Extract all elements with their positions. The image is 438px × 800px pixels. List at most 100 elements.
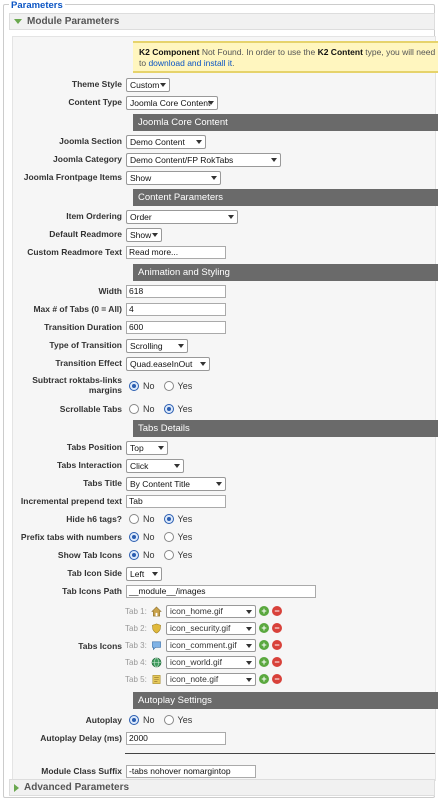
autoplay-row: Autoplay No Yes bbox=[13, 712, 437, 729]
radio-button-icon bbox=[163, 404, 174, 414]
subtract-margins-radio: No Yes bbox=[129, 381, 201, 391]
radio-yes[interactable]: Yes bbox=[163, 381, 192, 391]
incremental-prepend-input[interactable]: Tab bbox=[126, 495, 226, 508]
add-icon[interactable]: + bbox=[259, 623, 269, 633]
content-type-row: Content Type Joomla Core Content bbox=[13, 94, 437, 111]
radio-yes[interactable]: Yes bbox=[163, 550, 192, 560]
default-readmore-select[interactable]: Show bbox=[126, 228, 162, 242]
section-content-params: Content Parameters bbox=[133, 189, 438, 206]
tabs-interaction-row: Tabs Interaction Click bbox=[13, 457, 437, 474]
advanced-parameters-header[interactable]: Advanced Parameters bbox=[9, 779, 435, 796]
chevron-down-icon bbox=[216, 482, 222, 486]
show-tab-icons-label: Show Tab Icons bbox=[57, 550, 122, 560]
joomla-category-label: Joomla Category bbox=[53, 154, 122, 164]
note-icon bbox=[152, 674, 161, 684]
remove-icon[interactable]: − bbox=[272, 606, 282, 616]
chevron-down-icon bbox=[160, 83, 166, 87]
comment-icon bbox=[152, 641, 161, 650]
module-class-suffix-input[interactable]: -tabs nohover nomargintop bbox=[126, 765, 256, 778]
joomla-section-label: Joomla Section bbox=[59, 136, 122, 146]
tab-icon-select-3[interactable]: icon_comment.gif bbox=[166, 638, 256, 652]
tab-icons-label: Tabs Icons bbox=[78, 641, 122, 651]
download-link[interactable]: download and install it bbox=[148, 58, 232, 68]
parameters-legend: Parameters bbox=[9, 0, 65, 11]
radio-yes[interactable]: Yes bbox=[163, 404, 192, 414]
hide-h6-row: Hide h6 tags? No Yes bbox=[13, 511, 437, 528]
remove-icon[interactable]: − bbox=[272, 657, 282, 667]
module-parameters-title: Module Parameters bbox=[27, 16, 120, 27]
chevron-down-icon bbox=[271, 158, 277, 162]
autoplay-label: Autoplay bbox=[85, 715, 122, 725]
autoplay-delay-label: Autoplay Delay (ms) bbox=[40, 733, 122, 743]
tab-icon-select-5[interactable]: icon_note.gif bbox=[166, 672, 256, 686]
remove-icon[interactable]: − bbox=[272, 623, 282, 633]
add-icon[interactable]: + bbox=[259, 640, 269, 650]
transition-type-select[interactable]: Scrolling bbox=[126, 339, 188, 353]
add-icon[interactable]: + bbox=[259, 674, 269, 684]
tab-icon-select-2[interactable]: icon_security.gif bbox=[166, 621, 256, 635]
module-class-suffix-row: Module Class Suffix -tabs nohover nomarg… bbox=[13, 763, 437, 780]
frontpage-items-select[interactable]: Show bbox=[126, 171, 221, 185]
scrollable-tabs-radio: No Yes bbox=[129, 404, 201, 414]
tab-icons-path-input[interactable]: __module__/images bbox=[126, 585, 316, 598]
radio-button-icon bbox=[129, 715, 139, 725]
custom-readmore-row: Custom Readmore Text Read more... bbox=[13, 244, 437, 261]
hide-h6-label: Hide h6 tags? bbox=[66, 514, 122, 524]
radio-no[interactable]: No bbox=[129, 532, 155, 542]
add-icon[interactable]: + bbox=[259, 606, 269, 616]
chevron-down-icon bbox=[246, 677, 252, 682]
scrollable-tabs-label: Scrollable Tabs bbox=[59, 404, 122, 414]
radio-no[interactable]: No bbox=[129, 381, 155, 391]
expand-arrow-icon bbox=[14, 19, 22, 24]
parameters-fieldset: Parameters Module Parameters K2 Componen… bbox=[3, 0, 438, 798]
add-icon[interactable]: + bbox=[259, 657, 269, 667]
chevron-down-icon bbox=[246, 609, 252, 614]
prefix-numbers-row: Prefix tabs with numbers No Yes bbox=[13, 529, 437, 546]
custom-readmore-input[interactable]: Read more... bbox=[126, 246, 226, 259]
width-input[interactable]: 618 bbox=[126, 285, 226, 298]
width-label: Width bbox=[98, 286, 122, 296]
radio-yes[interactable]: Yes bbox=[163, 715, 192, 725]
tabs-position-select[interactable]: Top bbox=[126, 441, 168, 455]
radio-yes[interactable]: Yes bbox=[163, 532, 192, 542]
joomla-section-select[interactable]: Demo Content bbox=[126, 135, 206, 149]
custom-readmore-label: Custom Readmore Text bbox=[27, 247, 122, 257]
theme-style-select[interactable]: Custom bbox=[126, 78, 170, 92]
radio-no[interactable]: No bbox=[129, 715, 155, 725]
module-parameters-header[interactable]: Module Parameters bbox=[9, 13, 435, 30]
radio-button-icon bbox=[129, 404, 139, 414]
k2-notice: K2 Component Not Found. In order to use … bbox=[133, 41, 438, 73]
tab-icon-select-1[interactable]: icon_home.gif bbox=[166, 604, 256, 618]
joomla-category-row: Joomla Category Demo Content/FP RokTabs bbox=[13, 151, 437, 168]
radio-no[interactable]: No bbox=[129, 404, 155, 414]
radio-no[interactable]: No bbox=[129, 514, 155, 524]
content-type-label: Content Type bbox=[68, 97, 122, 107]
chevron-down-icon bbox=[152, 572, 158, 576]
tab-icon-row-1: Tab 1: icon_home.gif + − bbox=[125, 603, 425, 619]
globe-icon bbox=[151, 657, 162, 667]
max-tabs-input[interactable]: 4 bbox=[126, 303, 226, 316]
content-type-select[interactable]: Joomla Core Content bbox=[126, 96, 218, 110]
radio-no[interactable]: No bbox=[129, 550, 155, 560]
radio-button-icon bbox=[129, 514, 139, 524]
chevron-down-icon bbox=[246, 626, 252, 631]
radio-button-icon bbox=[129, 532, 139, 542]
section-animation: Animation and Styling bbox=[133, 264, 438, 281]
incremental-prepend-row: Incremental prepend text Tab bbox=[13, 493, 437, 510]
remove-icon[interactable]: − bbox=[272, 640, 282, 650]
tabs-interaction-select[interactable]: Click bbox=[126, 459, 184, 473]
joomla-category-select[interactable]: Demo Content/FP RokTabs bbox=[126, 153, 281, 167]
shield-icon bbox=[152, 623, 161, 633]
chevron-down-icon bbox=[246, 660, 252, 665]
module-class-suffix-label: Module Class Suffix bbox=[41, 766, 122, 776]
remove-icon[interactable]: − bbox=[272, 674, 282, 684]
tabs-title-select[interactable]: By Content Title bbox=[126, 477, 226, 491]
tab-icon-select-4[interactable]: icon_world.gif bbox=[166, 655, 256, 669]
transition-effect-select[interactable]: Quad.easeInOut bbox=[126, 357, 210, 371]
transition-duration-input[interactable]: 600 bbox=[126, 321, 226, 334]
show-tab-icons-radio: No Yes bbox=[129, 550, 201, 560]
autoplay-delay-input[interactable]: 2000 bbox=[126, 732, 226, 745]
radio-yes[interactable]: Yes bbox=[163, 514, 192, 524]
item-ordering-select[interactable]: Order bbox=[126, 210, 238, 224]
tab-icon-side-select[interactable]: Left bbox=[126, 567, 162, 581]
